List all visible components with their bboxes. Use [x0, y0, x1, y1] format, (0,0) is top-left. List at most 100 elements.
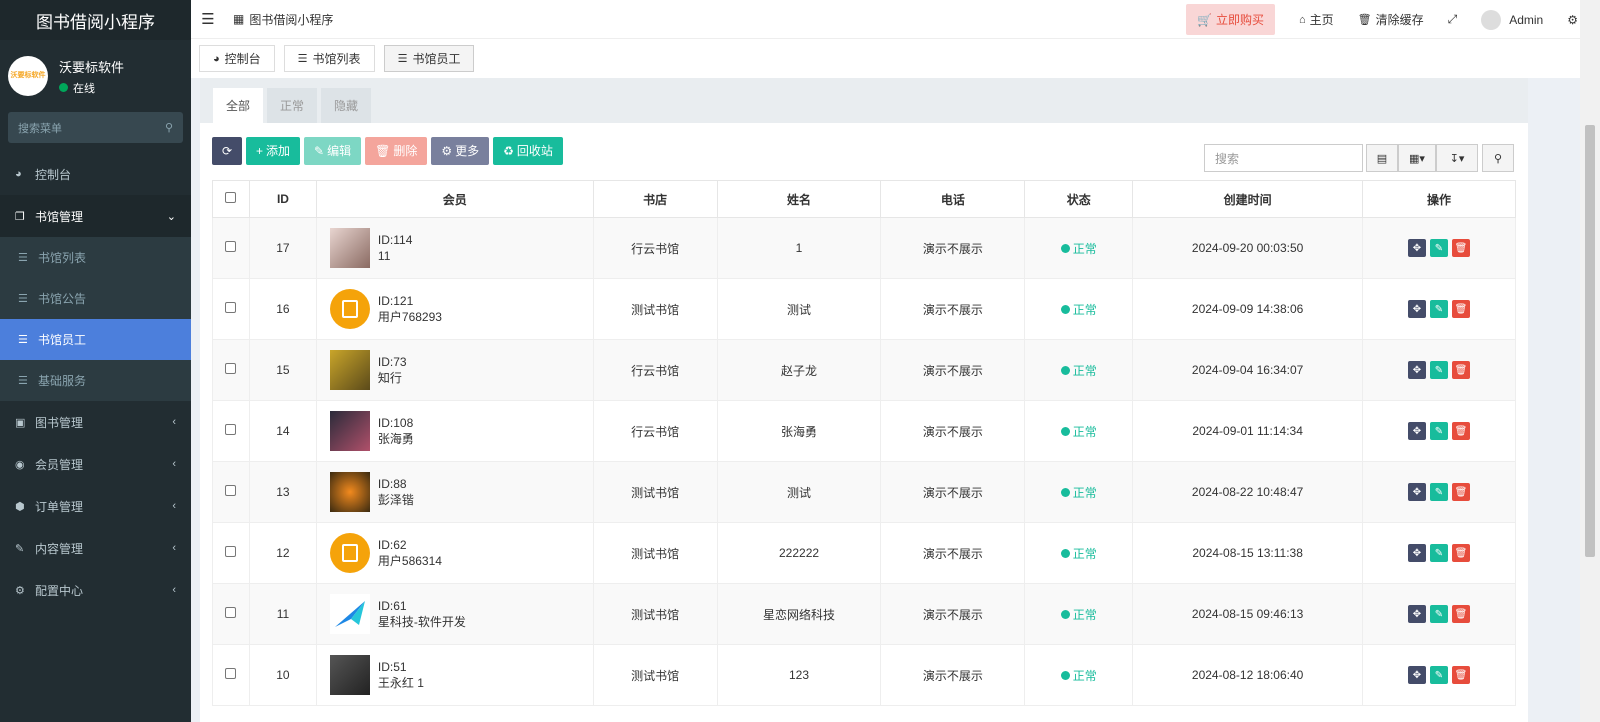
row-select-cell[interactable]	[212, 400, 250, 462]
fullscreen-icon[interactable]: ⤢	[1436, 12, 1470, 27]
tab-dashboard[interactable]: ◕ 控制台	[199, 45, 275, 72]
drag-move-icon[interactable]: ✥	[1408, 361, 1426, 379]
filter-tab-normal[interactable]: 正常	[267, 88, 318, 123]
search-toggle-icon[interactable]: ⚲	[1482, 144, 1514, 172]
status-badge[interactable]: 正常	[1060, 545, 1097, 562]
table-row[interactable]: 13 ID:88 彭泽锴 测试书馆 测试 演示不展示 正常 2024-08-22 10:48:…	[212, 461, 1516, 523]
row-edit-icon[interactable]: ✎	[1430, 483, 1448, 501]
tab-library-list[interactable]: ☰ 书馆列表	[283, 45, 375, 72]
row-delete-icon[interactable]: 🗑	[1452, 422, 1470, 440]
row-checkbox[interactable]	[225, 607, 237, 618]
row-edit-icon[interactable]: ✎	[1430, 239, 1448, 257]
col-status[interactable]: 状态	[1024, 180, 1134, 218]
edit-button[interactable]: ✎ 编辑	[304, 136, 362, 165]
buy-now-button[interactable]: 🛒 立即购买	[1185, 4, 1275, 35]
home-link[interactable]: ⌂ 主页	[1287, 11, 1346, 28]
sidebar-item-config-center[interactable]: ⚙ 配置中心 ‹	[0, 569, 191, 611]
sidebar-item-library-notice[interactable]: ☰ 书馆公告	[0, 278, 191, 319]
delete-button[interactable]: 🗑 删除	[365, 136, 428, 165]
refresh-button[interactable]: ⟳	[212, 136, 242, 165]
sidebar-item-member-management[interactable]: ◉ 会员管理 ‹	[0, 443, 191, 485]
select-all-checkbox[interactable]	[225, 192, 237, 203]
table-row[interactable]: 10 ID:51 王永红 1 测试书馆 123 演示不展示 正常 2024-08-12 18:…	[212, 644, 1516, 706]
table-row[interactable]: 12 ID:62 用户586314 测试书馆 222222 演示不展示 正常 2024-08-…	[212, 522, 1516, 584]
col-name[interactable]: 姓名	[716, 180, 882, 218]
row-checkbox[interactable]	[225, 241, 237, 252]
status-badge[interactable]: 正常	[1060, 484, 1097, 501]
admin-menu[interactable]: Admin	[1469, 9, 1555, 30]
row-select-cell[interactable]	[212, 583, 250, 645]
row-select-cell[interactable]	[212, 339, 250, 401]
col-store[interactable]: 书店	[592, 180, 718, 218]
sidebar-item-library-list[interactable]: ☰ 书馆列表	[0, 237, 191, 278]
row-checkbox[interactable]	[225, 424, 237, 435]
row-select-cell[interactable]	[212, 522, 250, 584]
status-badge[interactable]: 正常	[1060, 667, 1097, 684]
row-checkbox[interactable]	[225, 546, 237, 557]
export-dropdown-icon[interactable]: ↧▾	[1436, 144, 1478, 172]
page-scrollbar[interactable]	[1580, 0, 1600, 722]
scrollbar-thumb[interactable]	[1585, 125, 1595, 557]
tab-library-staff[interactable]: ☰ 书馆员工	[383, 45, 475, 72]
drag-move-icon[interactable]: ✥	[1408, 239, 1426, 257]
row-checkbox[interactable]	[225, 363, 237, 374]
status-badge[interactable]: 正常	[1060, 240, 1097, 257]
row-select-cell[interactable]	[212, 278, 250, 340]
row-checkbox[interactable]	[225, 485, 237, 496]
sidebar-item-library-staff[interactable]: ☰ 书馆员工	[0, 319, 191, 360]
app-title[interactable]: 图书借阅小程序	[0, 0, 191, 40]
row-edit-icon[interactable]: ✎	[1430, 361, 1448, 379]
clear-cache-link[interactable]: 🗑 清除缓存	[1346, 11, 1436, 28]
drag-move-icon[interactable]: ✥	[1408, 422, 1426, 440]
sidebar-item-content-management[interactable]: ✎ 内容管理 ‹	[0, 527, 191, 569]
more-button[interactable]: ⚙ 更多	[431, 136, 490, 165]
row-checkbox[interactable]	[225, 302, 237, 313]
columns-dropdown-icon[interactable]: ▦▾	[1398, 144, 1436, 172]
table-row[interactable]: 11 ID:61 星科技-软件开发 测试书馆 星恋网络科技 演示不展示 正常 2024-08-…	[212, 583, 1516, 645]
table-search-input[interactable]: 搜索	[1204, 144, 1363, 172]
table-row[interactable]: 16 ID:121 用户768293 测试书馆 测试 演示不展示 正常 2024-09-09 …	[212, 278, 1516, 340]
sidebar-item-order-management[interactable]: ⬢ 订单管理 ‹	[0, 485, 191, 527]
row-delete-icon[interactable]: 🗑	[1452, 239, 1470, 257]
row-delete-icon[interactable]: 🗑	[1452, 483, 1470, 501]
row-delete-icon[interactable]: 🗑	[1452, 544, 1470, 562]
drag-move-icon[interactable]: ✥	[1408, 544, 1426, 562]
col-phone[interactable]: 电话	[880, 180, 1026, 218]
select-all-cell[interactable]	[212, 180, 250, 218]
status-badge[interactable]: 正常	[1060, 362, 1097, 379]
row-edit-icon[interactable]: ✎	[1430, 605, 1448, 623]
col-created[interactable]: 创建时间	[1132, 180, 1364, 218]
row-delete-icon[interactable]: 🗑	[1452, 605, 1470, 623]
row-checkbox[interactable]	[225, 668, 237, 679]
row-edit-icon[interactable]: ✎	[1430, 666, 1448, 684]
search-icon[interactable]: ⚲	[165, 121, 173, 134]
table-row[interactable]: 15 ID:73 知行 行云书馆 赵子龙 演示不展示 正常 2024-09-04 16:34:…	[212, 339, 1516, 401]
status-badge[interactable]: 正常	[1060, 606, 1097, 623]
col-id[interactable]: ID	[248, 180, 317, 218]
menu-search[interactable]: 搜索菜单 ⚲	[8, 112, 183, 143]
filter-tab-all[interactable]: 全部	[213, 88, 264, 123]
drag-move-icon[interactable]: ✥	[1408, 605, 1426, 623]
status-badge[interactable]: 正常	[1060, 423, 1097, 440]
toggle-view-icon[interactable]: ▤	[1366, 144, 1398, 172]
sidebar-item-basic-service[interactable]: ☰ 基础服务	[0, 360, 191, 401]
row-delete-icon[interactable]: 🗑	[1452, 666, 1470, 684]
row-delete-icon[interactable]: 🗑	[1452, 361, 1470, 379]
col-member[interactable]: 会员	[315, 180, 594, 218]
drag-move-icon[interactable]: ✥	[1408, 666, 1426, 684]
menu-search-input[interactable]: 搜索菜单	[18, 120, 62, 136]
menu-toggle-icon[interactable]: ☰	[191, 10, 225, 28]
table-row[interactable]: 17 ID:114 11 行云书馆 1 演示不展示 正常 2024-09-20 00:03:5…	[212, 217, 1516, 279]
status-badge[interactable]: 正常	[1060, 301, 1097, 318]
sidebar-item-dashboard[interactable]: ◕ 控制台	[0, 153, 191, 195]
filter-tab-hidden[interactable]: 隐藏	[321, 88, 372, 123]
row-edit-icon[interactable]: ✎	[1430, 422, 1448, 440]
header-app-tab[interactable]: ▦ 图书借阅小程序	[233, 11, 333, 28]
drag-move-icon[interactable]: ✥	[1408, 483, 1426, 501]
row-select-cell[interactable]	[212, 461, 250, 523]
sidebar-item-book-management[interactable]: ▣ 图书管理 ‹	[0, 401, 191, 443]
row-select-cell[interactable]	[212, 217, 250, 279]
drag-move-icon[interactable]: ✥	[1408, 300, 1426, 318]
row-edit-icon[interactable]: ✎	[1430, 300, 1448, 318]
row-delete-icon[interactable]: 🗑	[1452, 300, 1470, 318]
